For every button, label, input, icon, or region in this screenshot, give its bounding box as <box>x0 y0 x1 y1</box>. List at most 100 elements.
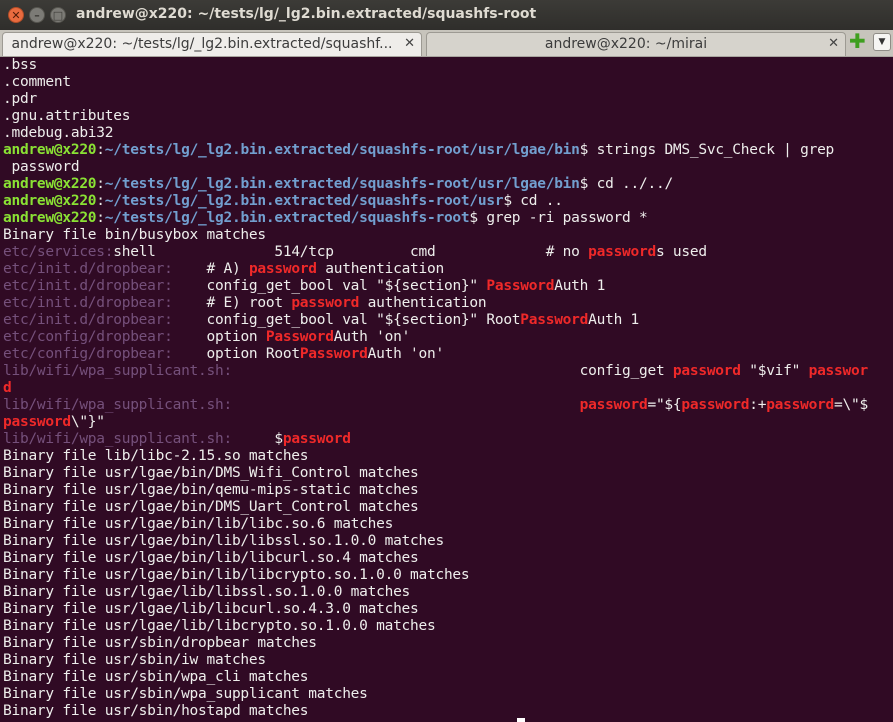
terminal-text: \"}" <box>70 414 105 430</box>
terminal-text: Binary file usr/sbin/wpa_cli matches <box>3 669 309 685</box>
terminal-line: .mdebug.abi32 <box>3 125 114 142</box>
minimize-window-button[interactable]: – <box>29 7 45 23</box>
match-highlight: Password <box>299 346 368 362</box>
match-filename: etc/init.d/dropbear: <box>3 295 173 311</box>
match-highlight: password <box>766 397 835 413</box>
tab-squashfs-root[interactable]: andrew@x220: ~/tests/lg/_lg2.bin.extract… <box>2 32 422 56</box>
terminal-line: Binary file usr/lgae/lib/libssl.so.1.0.0… <box>3 584 410 601</box>
terminal-text: :+ <box>749 397 767 413</box>
terminal-line: Binary file usr/lgae/lib/libcurl.so.4.3.… <box>3 601 419 618</box>
terminal-text: : <box>96 193 105 209</box>
terminal-line: Binary file usr/sbin/wpa_cli matches <box>3 669 309 686</box>
prompt-user: andrew@x220 <box>3 210 97 226</box>
tab-bar: andrew@x220: ~/tests/lg/_lg2.bin.extract… <box>0 30 893 57</box>
match-highlight: passwor <box>808 363 869 379</box>
terminal-text: authentication <box>316 261 444 277</box>
tab-menu-chevron-down-icon[interactable]: ▼ <box>873 33 891 51</box>
terminal-text: option Root <box>172 346 301 362</box>
terminal-line: Binary file usr/sbin/wpa_supplicant matc… <box>3 686 368 703</box>
terminal-line: Binary file usr/lgae/lib/libcrypto.so.1.… <box>3 618 436 635</box>
tab-mirai[interactable]: andrew@x220: ~/mirai ✕ <box>426 32 846 56</box>
match-highlight: password <box>579 397 648 413</box>
close-window-button[interactable]: ✕ <box>8 7 24 23</box>
prompt-path: ~/tests/lg/_lg2.bin.extracted/squashfs-r… <box>104 176 580 192</box>
terminal-text: config_get <box>231 363 673 379</box>
terminal-line: Binary file bin/busybox matches <box>3 227 266 244</box>
terminal-text: .mdebug.abi32 <box>3 125 114 141</box>
terminal-text: Auth 'on' <box>367 346 445 362</box>
match-filename: etc/init.d/dropbear: <box>3 261 173 277</box>
terminal-text: Binary file lib/libc-2.15.so matches <box>3 448 309 464</box>
terminal-text: Binary file usr/lgae/bin/lib/libc.so.6 m… <box>3 516 394 532</box>
terminal-line: andrew@x220:~/tests/lg/_lg2.bin.extracte… <box>3 142 834 159</box>
match-highlight: Password <box>486 278 555 294</box>
terminal-line: .gnu.attributes <box>3 108 130 125</box>
prompt-user: andrew@x220 <box>3 176 97 192</box>
terminal-text: : <box>96 176 105 192</box>
terminal-text: # E) root <box>172 295 292 311</box>
terminal-text: Binary file usr/lgae/bin/lib/libcrypto.s… <box>3 567 470 583</box>
terminal-text: Auth 1 <box>588 312 640 328</box>
terminal-text: $ cd .. <box>503 193 563 209</box>
terminal-line: Binary file usr/sbin/hostapd matches <box>3 703 309 720</box>
terminal-text: .bss <box>3 57 37 73</box>
terminal-text: $ <box>231 431 283 447</box>
terminal-line: andrew@x220:~/tests/lg/_lg2.bin.extracte… <box>3 193 563 210</box>
terminal-text: Auth 'on' <box>333 329 411 345</box>
terminal-text: : <box>96 142 105 158</box>
terminal-text: $ grep -ri password * <box>469 210 648 226</box>
terminal-line: .comment <box>3 74 71 91</box>
terminal-text: Binary file usr/lgae/lib/libssl.so.1.0.0… <box>3 584 411 600</box>
terminal-line: Binary file usr/lgae/bin/lib/libssl.so.1… <box>3 533 444 550</box>
match-highlight: password <box>282 431 351 447</box>
terminal-text: Binary file usr/lgae/lib/libcurl.so.4.3.… <box>3 601 419 617</box>
prompt-path: ~/tests/lg/_lg2.bin.extracted/squashfs-r… <box>104 142 580 158</box>
terminal-text: option <box>172 329 266 345</box>
maximize-window-button[interactable]: □ <box>50 7 66 23</box>
close-tab-icon[interactable]: ✕ <box>404 36 415 51</box>
match-filename: lib/wifi/wpa_supplicant.sh: <box>3 397 232 413</box>
terminal-text: Binary file usr/lgae/bin/lib/libssl.so.1… <box>3 533 444 549</box>
terminal-line: Binary file usr/sbin/iw matches <box>3 652 266 669</box>
terminal-line: etc/init.d/dropbear: config_get_bool val… <box>3 312 639 329</box>
terminal-text: config_get_bool val "${section}" <box>172 278 487 294</box>
terminal-line: etc/services:shell 514/tcp cmd # no pass… <box>3 244 707 261</box>
terminal-text: Auth 1 <box>554 278 606 294</box>
terminal-text: : <box>96 210 105 226</box>
terminal-text: Binary file usr/lgae/bin/DMS_Wifi_Contro… <box>3 465 419 481</box>
match-filename: etc/init.d/dropbear: <box>3 312 173 328</box>
terminal-line: d <box>3 380 12 397</box>
close-tab-icon[interactable]: ✕ <box>828 36 839 51</box>
terminal-line: Binary file usr/lgae/bin/lib/libcrypto.s… <box>3 567 470 584</box>
terminal-text: .gnu.attributes <box>3 108 131 124</box>
new-tab-plus-icon[interactable]: ✚ <box>849 31 866 51</box>
terminal-output[interactable]: .bss .comment .pdr .gnu.attributes .mdebug.a… <box>0 57 893 722</box>
window-titlebar[interactable]: ✕ – □ andrew@x220: ~/tests/lg/_lg2.bin.e… <box>0 0 893 30</box>
terminal-line: andrew@x220:~/tests/lg/_lg2.bin.extracte… <box>3 210 648 227</box>
terminal-line: .pdr <box>3 91 37 108</box>
match-filename: lib/wifi/wpa_supplicant.sh: <box>3 431 232 447</box>
terminal-text: $ strings DMS_Svc_Check | grep <box>579 142 835 158</box>
terminal-line: Binary file usr/lgae/bin/DMS_Uart_Contro… <box>3 499 419 516</box>
terminal-text: Binary file usr/sbin/dropbear matches <box>3 635 317 651</box>
terminal-text: config_get_bool val "${section}" Root <box>172 312 521 328</box>
terminal-line: etc/init.d/dropbear: # E) root password … <box>3 295 487 312</box>
match-highlight: password <box>3 414 71 430</box>
terminal-text: =\"$ <box>834 397 868 413</box>
terminal-line: Binary file usr/sbin/dropbear matches <box>3 635 317 652</box>
terminal-line: Binary file usr/lgae/bin/lib/libcurl.so.… <box>3 550 419 567</box>
match-filename: etc/init.d/dropbear: <box>3 278 173 294</box>
match-highlight: d <box>3 380 12 396</box>
tab-label: andrew@x220: ~/tests/lg/_lg2.bin.extract… <box>11 36 393 52</box>
terminal-line: etc/init.d/dropbear: config_get_bool val… <box>3 278 605 295</box>
prompt-path: ~/tests/lg/_lg2.bin.extracted/squashfs-r… <box>104 193 504 209</box>
terminal-text: password <box>3 159 80 175</box>
match-filename: etc/config/dropbear: <box>3 346 173 362</box>
match-filename: etc/config/dropbear: <box>3 329 173 345</box>
match-highlight: password <box>291 295 360 311</box>
match-highlight: password <box>681 397 750 413</box>
terminal-line: password\"}" <box>3 414 105 431</box>
tab-label: andrew@x220: ~/mirai <box>544 36 708 52</box>
terminal-line: Binary file lib/libc-2.15.so matches <box>3 448 309 465</box>
